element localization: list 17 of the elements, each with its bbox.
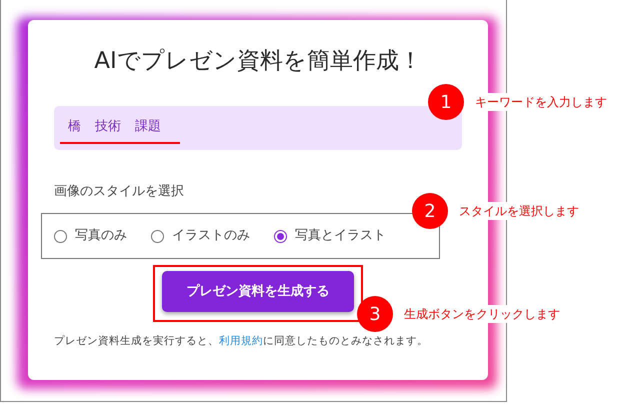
generate-button[interactable]: プレゼン資料を生成する <box>162 271 354 312</box>
radio-label[interactable]: イラストのみ <box>172 226 250 246</box>
annotation-text: スタイルを選択します <box>458 202 580 220</box>
annotation-text: キーワードを入力します <box>474 93 608 111</box>
radio-button[interactable] <box>274 230 287 243</box>
keyword-text: 橋 <box>68 120 81 136</box>
page-title: AIでプレゼン資料を簡単作成！ <box>93 48 423 76</box>
radio-label[interactable]: 写真とイラスト <box>295 226 386 246</box>
style-label: 画像のスタイルを選択 <box>54 182 185 201</box>
keyword-text: 技術 <box>95 120 121 136</box>
keyword-text: 課題 <box>135 120 161 136</box>
terms-link[interactable]: 利用規約 <box>219 335 263 348</box>
radio-button[interactable] <box>151 230 164 243</box>
radio-button[interactable] <box>54 230 67 243</box>
annotation-text: 生成ボタンをクリックします <box>403 305 561 323</box>
terms-note: プレゼン資料生成を実行すると、利用規約に同意したものとみなされます。 <box>54 334 429 350</box>
radio-label[interactable]: 写真のみ <box>75 226 127 246</box>
